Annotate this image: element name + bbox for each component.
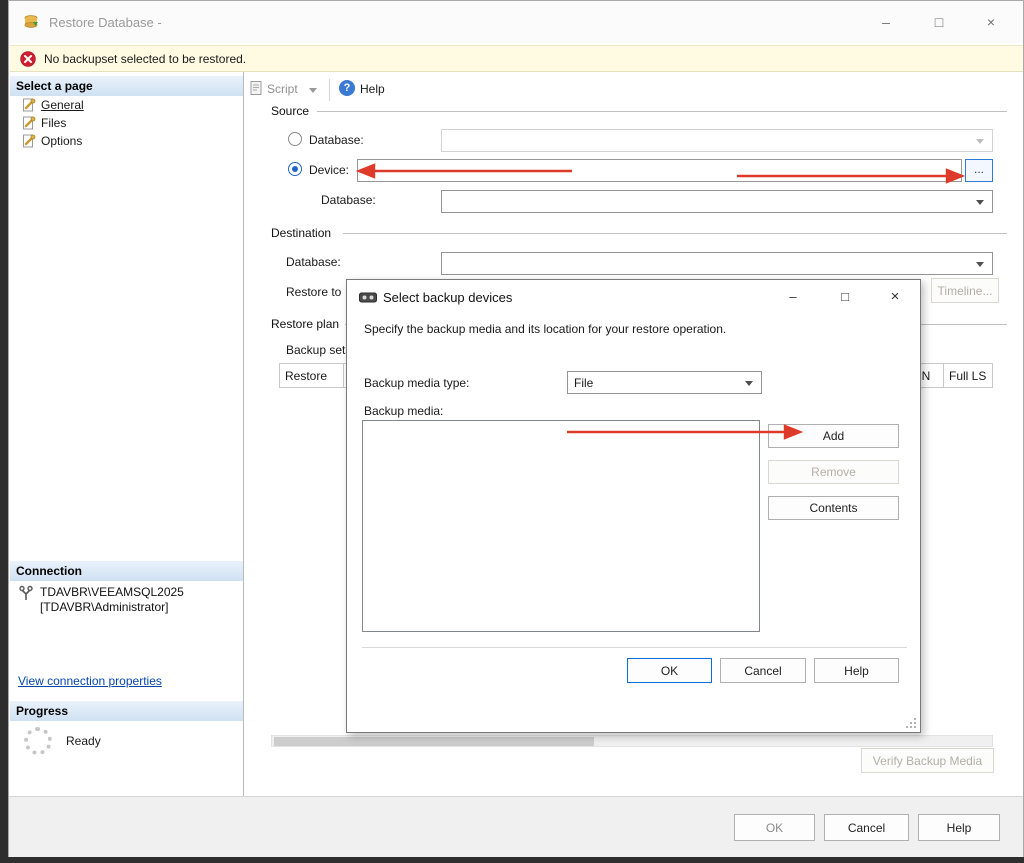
connection-server: TDAVBR\VEEAMSQL2025: [40, 585, 184, 599]
page-icon: [22, 116, 36, 133]
maximize-button[interactable]: □: [917, 7, 961, 37]
dialog-close-button[interactable]: ×: [875, 284, 915, 310]
chevron-down-icon: [976, 139, 984, 144]
sidebar: Select a page General Files Options Conn…: [10, 72, 244, 796]
ok-button[interactable]: OK: [734, 814, 815, 841]
horizontal-scrollbar[interactable]: [271, 735, 993, 747]
column-header-restore[interactable]: Restore: [280, 364, 344, 387]
server-connection-icon: [18, 585, 34, 604]
destination-group-label: Destination: [271, 226, 332, 240]
device-radio[interactable]: [288, 162, 302, 176]
source-database-combo[interactable]: [441, 129, 993, 152]
page-icon: [22, 98, 36, 115]
script-icon: [249, 80, 264, 99]
scrollbar-thumb[interactable]: [274, 737, 594, 746]
dialog-help-button[interactable]: Help: [814, 658, 899, 683]
warning-bar: No backupset selected to be restored.: [10, 45, 1023, 72]
progress-status: Ready: [66, 734, 101, 748]
timeline-button[interactable]: Timeline...: [931, 278, 999, 303]
backup-media-label: Backup media:: [364, 404, 444, 418]
device-database-label: Database:: [321, 193, 376, 207]
help-button-footer[interactable]: Help: [918, 814, 1000, 841]
warning-message: No backupset selected to be restored.: [44, 52, 247, 66]
chevron-down-icon: [976, 200, 984, 205]
sidebar-item-files[interactable]: Files: [10, 115, 243, 133]
select-a-page-header: Select a page: [10, 76, 243, 96]
dialog-minimize-button[interactable]: –: [771, 284, 815, 310]
page-icon: [22, 134, 36, 151]
restore-plan-group-label: Restore plan: [271, 317, 340, 331]
desktop-background: Restore Database - – □ × No backupset se…: [0, 0, 1024, 863]
source-group-line: [317, 111, 1007, 112]
sidebar-item-label: Options: [41, 134, 83, 148]
script-dropdown-chevron-icon[interactable]: [309, 88, 317, 93]
dialog-maximize-button[interactable]: □: [823, 284, 867, 310]
help-icon: ?: [339, 80, 355, 96]
toolbar-separator: [329, 79, 330, 101]
progress-header: Progress: [10, 701, 243, 721]
database-radio-label: Database:: [309, 133, 364, 147]
error-icon: [20, 51, 36, 67]
view-connection-properties-link[interactable]: View connection properties: [18, 674, 162, 688]
destination-group-line: [343, 233, 1007, 234]
help-button[interactable]: Help: [360, 82, 385, 96]
add-button[interactable]: Add: [768, 424, 899, 448]
title-bar: Restore Database - – □ ×: [9, 1, 1023, 43]
backup-media-type-label: Backup media type:: [364, 376, 470, 390]
backup-media-type-combo[interactable]: File: [567, 371, 762, 394]
connection-user: [TDAVBR\Administrator]: [40, 600, 169, 614]
destination-database-combo[interactable]: [441, 252, 993, 275]
dialog-cancel-button[interactable]: Cancel: [720, 658, 806, 683]
column-header-full-lsn[interactable]: Full LS: [944, 364, 992, 387]
resize-grip[interactable]: [905, 717, 917, 729]
backup-device-icon: [359, 291, 377, 307]
select-backup-devices-dialog: Select backup devices – □ × Specify the …: [346, 279, 921, 733]
restore-database-window: Restore Database - – □ × No backupset se…: [8, 0, 1024, 857]
window-title: Restore Database -: [49, 15, 162, 30]
cancel-button[interactable]: Cancel: [824, 814, 909, 841]
chevron-down-icon: [976, 262, 984, 267]
sidebar-item-label: Files: [41, 116, 67, 130]
dialog-title: Select backup devices: [383, 290, 513, 305]
dialog-ok-button[interactable]: OK: [627, 658, 712, 683]
browse-devices-button[interactable]: ...: [965, 159, 993, 182]
source-group-label: Source: [271, 104, 310, 118]
script-button[interactable]: Script: [267, 82, 298, 96]
restore-database-icon: [23, 14, 39, 30]
device-radio-label: Device:: [309, 163, 350, 177]
backup-media-type-value: File: [574, 376, 594, 390]
chevron-down-icon: [745, 381, 753, 386]
restore-to-label: Restore to: [286, 285, 342, 299]
dialog-separator: [362, 647, 907, 648]
device-database-combo[interactable]: [441, 190, 993, 213]
sidebar-item-label: General: [41, 98, 84, 112]
close-button[interactable]: ×: [969, 7, 1013, 37]
progress-spinner-icon: [24, 727, 52, 755]
verify-backup-media-button[interactable]: Verify Backup Media: [861, 748, 994, 773]
sidebar-item-general[interactable]: General: [10, 97, 243, 115]
database-radio[interactable]: [288, 132, 302, 146]
backup-media-listbox[interactable]: [362, 420, 760, 632]
connection-header: Connection: [10, 561, 243, 581]
backup-sets-label: Backup sets: [286, 343, 352, 357]
contents-button[interactable]: Contents: [768, 496, 899, 520]
destination-database-label: Database:: [286, 255, 341, 269]
device-path-field[interactable]: [357, 159, 962, 182]
sidebar-item-options[interactable]: Options: [10, 133, 243, 151]
dialog-description: Specify the backup media and its locatio…: [364, 322, 727, 336]
minimize-button[interactable]: –: [864, 7, 908, 37]
footer-bar: OK Cancel Help: [9, 796, 1023, 857]
remove-button[interactable]: Remove: [768, 460, 899, 484]
